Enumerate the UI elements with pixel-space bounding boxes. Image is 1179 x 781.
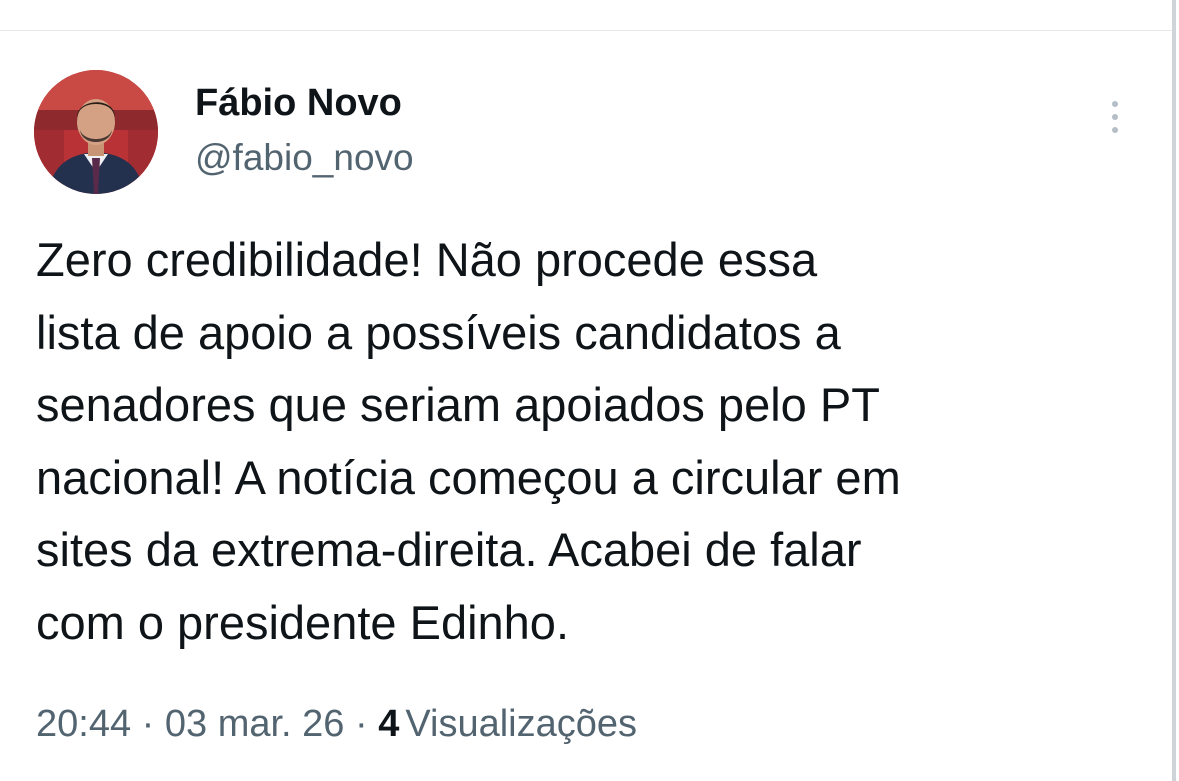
avatar[interactable] xyxy=(34,70,158,194)
top-divider xyxy=(0,30,1172,31)
tweet-meta: 20:44 · 03 mar. 26 · 4 Visualizações xyxy=(36,699,637,749)
tweet-text: Zero credibilidade! Não procede essa lis… xyxy=(36,233,901,649)
meta-separator: · xyxy=(355,703,368,745)
views-label: Visualizações xyxy=(405,703,638,745)
author-handle[interactable]: @fabio_novo xyxy=(195,135,414,181)
meta-separator: · xyxy=(141,703,155,745)
views-count: 4 xyxy=(378,703,400,745)
tweet-time[interactable]: 20:44 xyxy=(36,703,131,745)
right-border xyxy=(1172,0,1176,781)
more-options-button[interactable] xyxy=(1100,96,1130,140)
tweet-date[interactable]: 03 mar. 26 xyxy=(165,703,345,745)
more-vertical-icon xyxy=(1112,101,1118,133)
author-display-name[interactable]: Fábio Novo xyxy=(195,80,402,126)
